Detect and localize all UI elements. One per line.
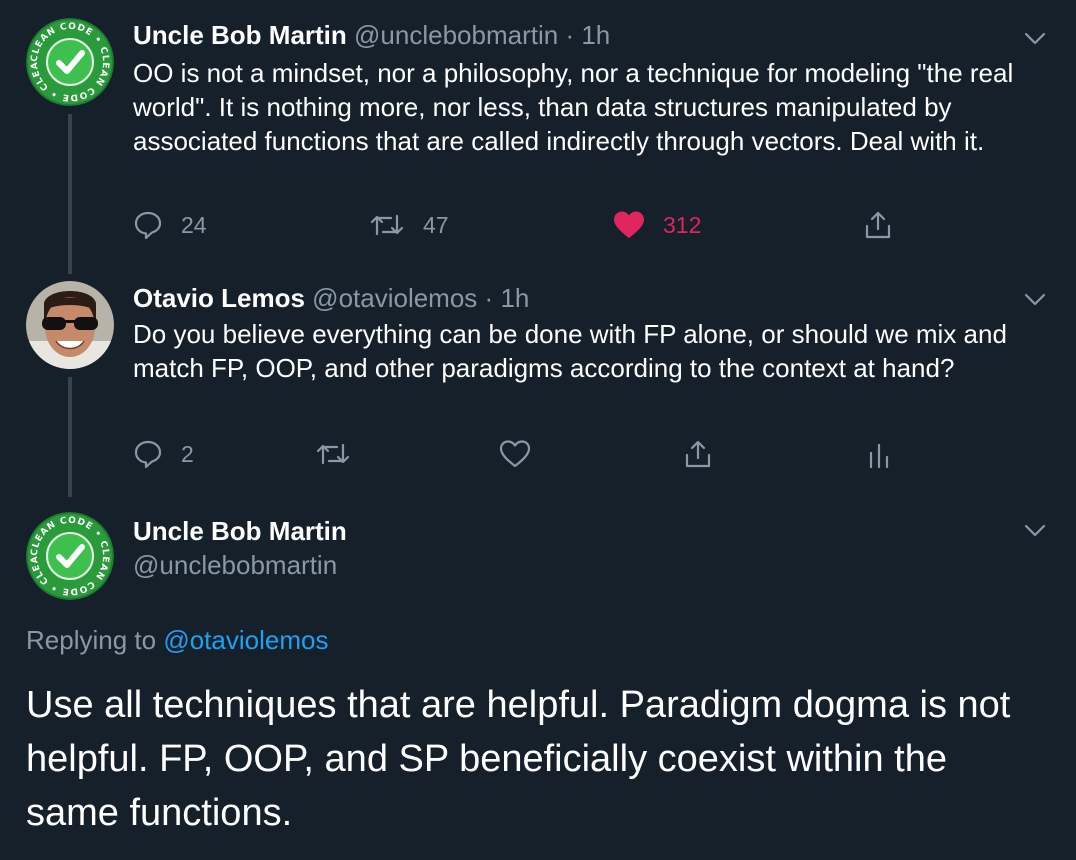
tweet-text: Do you believe everything can be done wi…: [133, 319, 1007, 383]
handle[interactable]: @unclebobmartin: [354, 20, 558, 50]
retweet-button[interactable]: 47: [369, 210, 449, 240]
handle[interactable]: @unclebobmartin: [133, 548, 347, 582]
avatar[interactable]: [26, 281, 114, 369]
thread-line: [68, 114, 72, 274]
display-name[interactable]: Uncle Bob Martin: [133, 20, 347, 50]
like-button[interactable]: 312: [613, 210, 701, 240]
tweet-thread: CLEAN CODE • CLEAN CODE • CLEAN CODE • U…: [0, 0, 1076, 860]
chevron-down-icon[interactable]: [1024, 32, 1046, 46]
retweet-button[interactable]: [315, 439, 351, 469]
tweet-text: OO is not a mindset, nor a philosophy, n…: [133, 58, 1014, 156]
share-icon: [865, 211, 891, 239]
analytics-button[interactable]: [867, 439, 891, 469]
tweet-header: Uncle Bob Martin @unclebobmartin: [133, 514, 347, 582]
share-button[interactable]: [683, 439, 713, 469]
action-bar: 2: [133, 439, 933, 479]
display-name[interactable]: Otavio Lemos: [133, 283, 305, 313]
action-bar: 24 47 312: [133, 210, 933, 250]
separator-dot: ·: [484, 283, 494, 313]
reply-icon: [134, 440, 162, 469]
clean-code-badge-icon: CLEAN CODE • CLEAN CODE • CLEAN CODE •: [26, 18, 114, 106]
like-count: 312: [663, 211, 702, 238]
heart-filled-icon: [614, 211, 644, 238]
avatar[interactable]: CLEAN CODE • CLEAN CODE • CLEAN CODE •: [26, 512, 114, 600]
chevron-down-icon[interactable]: [1024, 293, 1046, 307]
separator-dot: ·: [565, 20, 575, 50]
tweet-1[interactable]: CLEAN CODE • CLEAN CODE • CLEAN CODE • U…: [0, 18, 1076, 274]
timestamp[interactable]: 1h: [581, 20, 610, 50]
profile-photo-icon: [26, 281, 114, 369]
reply-count: 24: [181, 211, 207, 238]
focused-tweet-text: Use all techniques that are helpful. Par…: [26, 684, 1011, 834]
retweet-count: 47: [423, 211, 449, 238]
heart-outline-icon: [499, 440, 531, 468]
clean-code-badge-icon: CLEAN CODE • CLEAN CODE • CLEAN CODE •: [26, 512, 114, 600]
like-button[interactable]: [499, 439, 531, 469]
timestamp[interactable]: 1h: [500, 283, 529, 313]
share-button[interactable]: [863, 210, 893, 240]
avatar[interactable]: CLEAN CODE • CLEAN CODE • CLEAN CODE •: [26, 18, 114, 106]
display-name[interactable]: Uncle Bob Martin: [133, 514, 347, 548]
share-icon: [685, 440, 711, 468]
reply-button[interactable]: 2: [133, 439, 194, 469]
reply-icon: [134, 211, 162, 240]
chevron-down-icon[interactable]: [1024, 524, 1046, 538]
retweet-icon: [370, 214, 404, 236]
replying-to: Replying to @otaviolemos: [26, 623, 328, 657]
replying-to-label: Replying to: [26, 625, 157, 655]
tweet-header: Otavio Lemos @otaviolemos · 1h: [133, 281, 529, 315]
handle[interactable]: @otaviolemos: [312, 283, 477, 313]
tweet-2[interactable]: Otavio Lemos @otaviolemos · 1h Do you be…: [0, 281, 1076, 501]
retweet-icon: [316, 443, 350, 465]
tweet-header: Uncle Bob Martin @unclebobmartin · 1h: [133, 18, 610, 52]
mention-link[interactable]: @otaviolemos: [163, 625, 328, 655]
reply-button[interactable]: 24: [133, 210, 207, 240]
reply-count: 2: [181, 440, 194, 467]
analytics-icon: [869, 443, 889, 469]
thread-line: [68, 377, 72, 497]
